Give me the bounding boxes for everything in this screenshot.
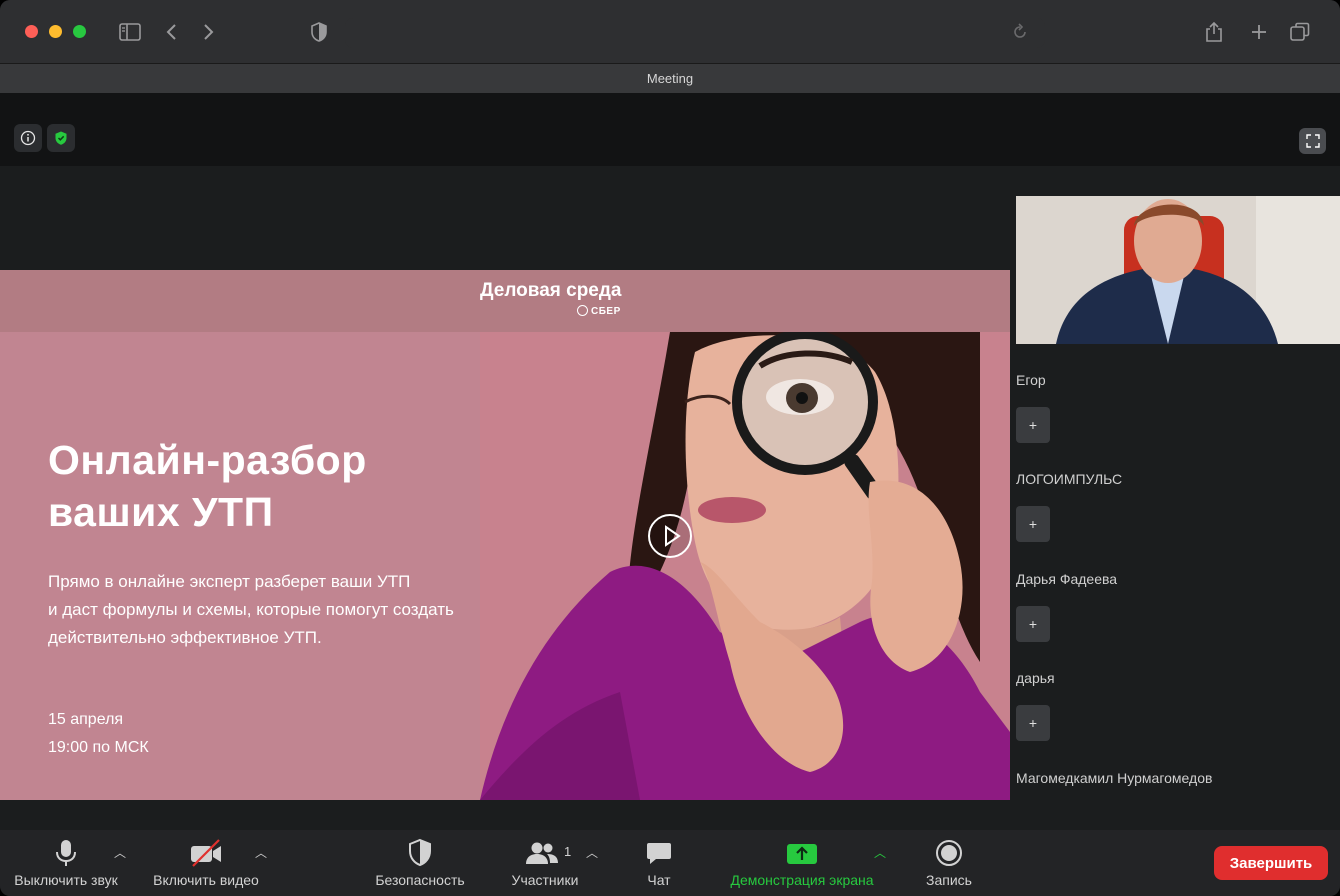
slide-photo: [480, 332, 1010, 800]
share-icon[interactable]: [1203, 20, 1225, 44]
chat-button[interactable]: Чат: [630, 830, 688, 896]
share-screen-button[interactable]: Демонстрация экрана: [714, 830, 890, 896]
new-tab-icon[interactable]: [1248, 20, 1270, 44]
back-icon[interactable]: [162, 20, 182, 44]
chat-label: Чат: [647, 872, 671, 888]
close-window-button[interactable]: [25, 25, 38, 38]
participant-name: дарья: [1016, 670, 1055, 686]
share-options-chevron-icon[interactable]: ︿: [874, 844, 886, 861]
participants-icon: [526, 842, 558, 864]
start-video-label: Включить видео: [153, 872, 259, 888]
participants-count: 1: [564, 844, 572, 859]
participant-name: Егор: [1016, 372, 1046, 388]
reload-icon[interactable]: [1010, 20, 1030, 44]
participant-name: Магомедкамил Нурмагомедов: [1016, 770, 1213, 786]
window-title[interactable]: Meeting: [0, 71, 1340, 86]
address-bar[interactable]: [345, 18, 1045, 48]
participants-button[interactable]: 1 Участники: [498, 830, 592, 896]
tab-overview-icon[interactable]: [1288, 20, 1312, 44]
security-label: Безопасность: [375, 872, 465, 888]
start-video-button[interactable]: Включить видео: [140, 830, 272, 896]
sidebar-icon[interactable]: [118, 20, 142, 44]
woman-magnifier-image: [480, 332, 1010, 800]
share-screen-icon: [787, 844, 817, 864]
browser-window: Meeting Деловая среда СБЕР Онлайн-разбор…: [0, 0, 1340, 896]
mute-button[interactable]: Выключить звук: [0, 830, 132, 896]
shared-screen-slide: Деловая среда СБЕР Онлайн-разбор ваших У…: [0, 270, 1010, 800]
participant-add-button[interactable]: +: [1016, 407, 1050, 443]
record-icon: [936, 840, 962, 866]
participant-add-button[interactable]: +: [1016, 705, 1050, 741]
forward-icon[interactable]: [198, 20, 218, 44]
end-meeting-button[interactable]: Завершить: [1214, 846, 1328, 880]
slide-description: Прямо в онлайне эксперт разберет ваши УТ…: [48, 572, 454, 647]
privacy-shield-icon[interactable]: [309, 20, 329, 44]
participant-name: ЛОГОИМПУЛЬС: [1016, 471, 1123, 487]
video-off-icon: [191, 839, 221, 867]
participant-name: Дарья Фадеева: [1016, 571, 1118, 587]
meeting-toolbar: Выключить звук ︿ Включить видео ︿ Безопа…: [0, 830, 1340, 896]
browser-toolbar: [0, 0, 1340, 64]
zoom-window-button[interactable]: [73, 25, 86, 38]
encryption-shield-icon[interactable]: [47, 124, 75, 152]
tab-bar: Meeting: [0, 64, 1340, 93]
participant-add-button[interactable]: +: [1016, 506, 1050, 542]
participants-label: Участники: [511, 872, 579, 888]
participant-video[interactable]: [1016, 196, 1340, 344]
security-button[interactable]: Безопасность: [362, 830, 478, 896]
participant-add-button[interactable]: +: [1016, 606, 1050, 642]
play-icon: [665, 525, 681, 547]
participant-video-image: [1016, 196, 1340, 344]
microphone-icon: [56, 840, 76, 866]
meeting-info-icon[interactable]: [14, 124, 42, 152]
mute-label: Выключить звук: [14, 872, 118, 888]
slide-brand: Деловая среда: [480, 280, 622, 301]
slide-headline: Онлайн-разбор ваших УТП: [48, 437, 367, 535]
play-button[interactable]: [648, 514, 692, 558]
minimize-window-button[interactable]: [49, 25, 62, 38]
meeting-header: [0, 93, 1340, 166]
security-shield-icon: [409, 838, 431, 867]
sber-logo: СБЕР: [577, 305, 621, 317]
share-screen-label: Демонстрация экрана: [730, 872, 874, 888]
video-options-chevron-icon[interactable]: ︿: [255, 844, 267, 861]
chat-icon: [647, 843, 671, 864]
record-button[interactable]: Запись: [914, 830, 984, 896]
slide-date: 15 апреля 19:00 по МСК: [48, 711, 149, 756]
participants-options-chevron-icon[interactable]: ︿: [586, 844, 598, 861]
audio-options-chevron-icon[interactable]: ︿: [114, 844, 126, 861]
fullscreen-icon[interactable]: [1299, 128, 1326, 154]
record-label: Запись: [926, 872, 972, 888]
slide-header: Деловая среда СБЕР: [0, 270, 1010, 332]
